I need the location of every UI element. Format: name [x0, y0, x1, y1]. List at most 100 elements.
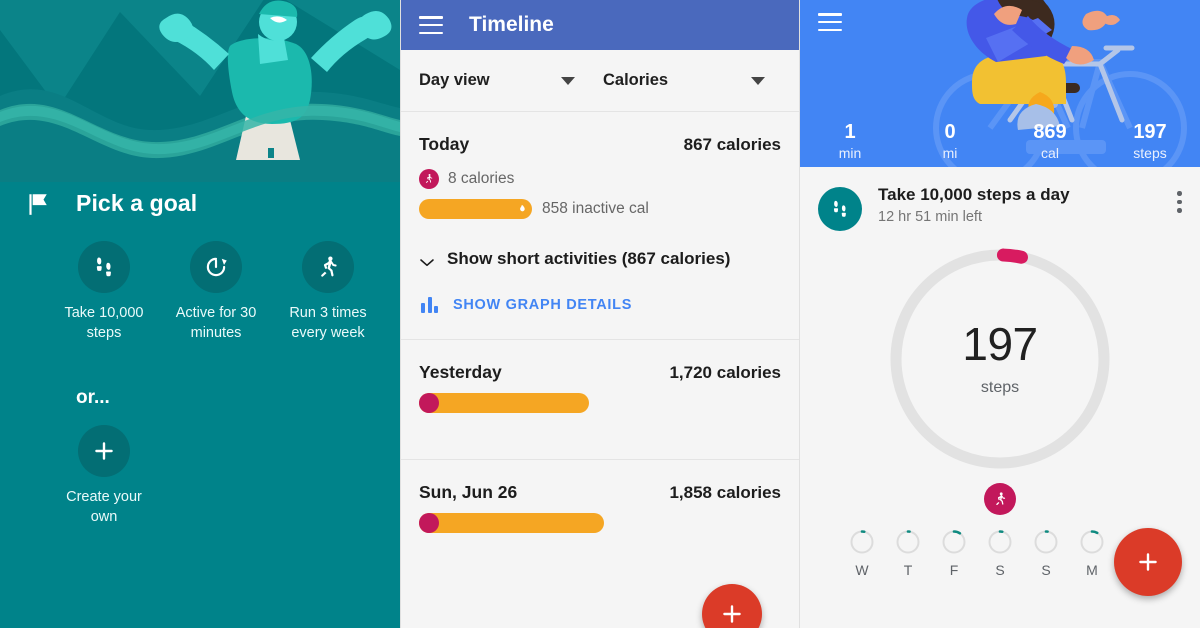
bar-chart-icon: [421, 297, 439, 313]
footsteps-icon: [818, 187, 862, 231]
entry-total-calories: 867 calories: [683, 135, 781, 154]
stat-unit: mi: [942, 145, 958, 161]
timeline-app-bar: Timeline: [401, 0, 799, 50]
day-progress-ring: [988, 530, 1012, 554]
calories-dropdown[interactable]: Calories: [593, 50, 783, 111]
day-letter: S: [1041, 562, 1051, 578]
cyclist-hero-illustration: 1 min 0 mi 869 cal 197 steps: [800, 0, 1200, 167]
chevron-down-icon: [419, 254, 435, 266]
inactive-calories-bar: [419, 199, 532, 219]
steps-progress-ring: 197 steps: [884, 243, 1116, 475]
goal-option-take-10000-steps[interactable]: Take 10,000 steps: [48, 241, 160, 343]
day-view-dropdown[interactable]: Day view: [401, 50, 593, 111]
day-item-t1[interactable]: T: [891, 529, 925, 578]
day-progress-ring: [850, 530, 874, 554]
daily-stats-row: 1 min 0 mi 869 cal 197 steps: [800, 121, 1200, 161]
flag-icon: [24, 191, 50, 217]
active-calories-text: 8 calories: [448, 170, 515, 187]
stat-unit: min: [838, 145, 862, 161]
day-progress-ring: [896, 530, 920, 554]
stat-steps: 197 steps: [1100, 121, 1200, 161]
footsteps-icon: [78, 241, 130, 293]
pick-a-goal-content: Pick a goal Take 10,000 steps Active for…: [0, 182, 400, 628]
entry-day-label: Today: [419, 134, 470, 154]
steps-goal-card: Take 10,000 steps a day 12 hr 51 min lef…: [800, 167, 1200, 628]
steps-count: 197: [962, 318, 1038, 370]
goal-option-active-for-30-minutes[interactable]: Active for 30 minutes: [160, 241, 272, 343]
runner-hero-illustration: [0, 0, 400, 190]
three-panel-screenshot: Pick a goal Take 10,000 steps Active for…: [0, 0, 1200, 628]
goal-option-label: Run 3 times every week: [289, 305, 367, 341]
goal-option-label: Take 10,000 steps: [64, 305, 144, 341]
day-item-s1[interactable]: S: [983, 529, 1017, 578]
create-your-own-label: Create your own: [66, 489, 142, 525]
goal-card-title: Take 10,000 steps a day: [878, 185, 1070, 204]
calories-bar: [419, 513, 604, 533]
add-activity-fab[interactable]: [702, 584, 762, 628]
timeline-entry-sun-jun-26[interactable]: Sun, Jun 26 1,858 calories: [401, 460, 799, 533]
goal-card-subtitle: 12 hr 51 min left: [878, 209, 982, 225]
day-progress-ring: [942, 530, 966, 554]
stat-miles: 0 mi: [900, 121, 1000, 161]
timeline-panel: Timeline Day view Calories Today 867 cal…: [400, 0, 800, 628]
goal-option-run-3-times-every-week[interactable]: Run 3 times every week: [272, 241, 384, 343]
show-short-activities-label: Show short activities (867 calories): [447, 249, 731, 268]
stat-unit: cal: [1041, 145, 1059, 161]
flame-icon: [520, 204, 525, 211]
day-letter: F: [949, 562, 959, 578]
running-person-icon: [302, 241, 354, 293]
goal-card-text: Take 10,000 steps a day 12 hr 51 min lef…: [878, 185, 1161, 225]
hamburger-menu-icon[interactable]: [818, 13, 842, 31]
pick-a-goal-panel: Pick a goal Take 10,000 steps Active for…: [0, 0, 400, 628]
show-short-activities-toggle[interactable]: Show short activities (867 calories): [419, 219, 781, 269]
day-progress-ring: [1034, 530, 1058, 554]
day-letter: T: [903, 562, 913, 578]
walking-person-icon: [419, 169, 439, 189]
chevron-down-icon: [561, 76, 575, 85]
day-item-m[interactable]: M: [1075, 529, 1109, 578]
page-title: Pick a goal: [76, 190, 198, 216]
show-graph-details-button[interactable]: SHOW GRAPH DETAILS: [419, 269, 781, 339]
stopwatch-icon: [190, 241, 242, 293]
stat-value: 869: [1033, 121, 1067, 143]
stat-value: 0: [944, 121, 956, 143]
entry-header: Yesterday 1,720 calories: [419, 340, 781, 383]
day-progress-ring: [1080, 530, 1104, 554]
entry-bar-row: [419, 393, 781, 413]
kebab-menu-icon[interactable]: [1177, 191, 1182, 213]
timeline-entry-yesterday[interactable]: Yesterday 1,720 calories: [401, 340, 799, 459]
entry-header: Today 867 calories: [419, 112, 781, 155]
add-activity-fab[interactable]: [1114, 528, 1182, 596]
inactive-calories-row: 858 inactive cal: [419, 199, 781, 219]
plus-icon: [78, 425, 130, 478]
create-your-own-goal-button[interactable]: Create your own: [48, 425, 160, 527]
walking-person-icon: [984, 483, 1016, 515]
hamburger-menu-icon[interactable]: [419, 16, 443, 34]
show-graph-details-label: SHOW GRAPH DETAILS: [453, 297, 633, 313]
day-view-label: Day view: [419, 71, 490, 89]
entry-total-calories: 1,720 calories: [669, 363, 781, 382]
goal-options-row: Take 10,000 steps Active for 30 minutes: [0, 217, 400, 343]
or-separator-label: or...: [76, 387, 110, 409]
stat-value: 1: [844, 121, 856, 143]
day-item-f[interactable]: F: [937, 529, 971, 578]
chevron-down-icon: [751, 76, 765, 85]
calories-bar: [419, 393, 589, 413]
day-item-w[interactable]: W: [845, 529, 879, 578]
plus-icon: [723, 605, 741, 623]
timeline-entry-today[interactable]: Today 867 calories 8 calories 858 inacti…: [401, 112, 799, 339]
plus-icon: [1139, 553, 1157, 571]
day-letter: S: [995, 562, 1005, 578]
stat-unit: steps: [1133, 145, 1167, 161]
timeline-filter-bar: Day view Calories: [401, 50, 799, 112]
stat-value: 197: [1133, 121, 1167, 143]
goal-card-header: Take 10,000 steps a day 12 hr 51 min lef…: [800, 167, 1200, 231]
active-calories-row: 8 calories: [419, 169, 781, 189]
steps-unit: steps: [980, 379, 1020, 396]
inactive-calories-text: 858 inactive cal: [542, 200, 649, 217]
goal-option-label: Active for 30 minutes: [175, 305, 257, 341]
day-letter: M: [1086, 562, 1098, 578]
day-item-s2[interactable]: S: [1029, 529, 1063, 578]
entry-bar-row: [419, 513, 781, 533]
stat-minutes: 1 min: [800, 121, 900, 161]
